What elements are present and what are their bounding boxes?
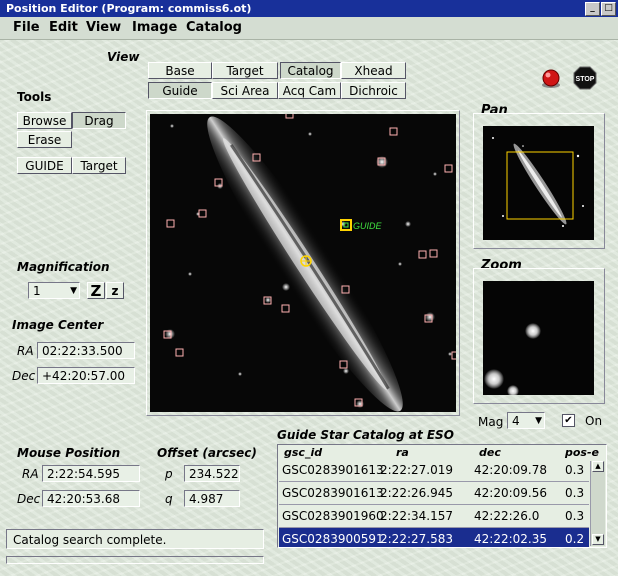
stop-icon[interactable]: STOP <box>573 66 597 90</box>
view-xhead-button[interactable]: Xhead <box>341 62 406 79</box>
offset-q-label: q <box>165 492 173 506</box>
catalog-scrollbar[interactable]: ▲ ▼ <box>590 461 605 546</box>
window-title: Position Editor (Program: commiss6.ot) <box>6 2 252 15</box>
col-pos-e[interactable]: pos-e <box>565 446 599 459</box>
table-row[interactable]: GSC0283901613 2:22:26.945 42:20:09.56 0.… <box>279 482 589 504</box>
cell-pos-e: 0.2 <box>565 532 585 546</box>
table-row[interactable]: GSC0283901613 2:22:27.019 42:20:09.78 0.… <box>279 459 589 481</box>
col-ra[interactable]: ra <box>396 446 409 459</box>
tool-target-button[interactable]: Target <box>72 157 126 174</box>
cell-dec: 42:20:09.78 <box>474 463 547 477</box>
menu-view[interactable]: View <box>86 20 121 35</box>
menu-image[interactable]: Image <box>132 20 177 35</box>
sky-image[interactable]: GUIDE <box>150 114 456 412</box>
cell-gsc-id: GSC0283901613 <box>282 486 384 500</box>
cell-dec: 42:22:26.0 <box>474 509 540 523</box>
zoom-in-button[interactable]: Z <box>87 282 105 300</box>
chevron-down-icon: ▼ <box>70 286 77 296</box>
offset-p-field: 234.522 <box>184 465 240 482</box>
zoom-on-checkbox[interactable]: ✔ <box>562 414 575 427</box>
cell-pos-e: 0.3 <box>565 509 585 523</box>
image-center-ra-label: RA <box>17 344 34 358</box>
catalog-title: Guide Star Catalog at ESO <box>277 428 454 442</box>
pan-image[interactable] <box>483 126 594 240</box>
magnification-value: 1 <box>33 284 41 298</box>
chevron-down-icon: ▼ <box>535 416 542 426</box>
catalog-table: gsc_id ra dec pos-e GSC0283901613 2:22:2… <box>277 444 607 548</box>
cell-gsc-id: GSC0283900591 <box>282 532 384 546</box>
guide-tag-label: GUIDE <box>353 221 383 231</box>
cell-pos-e: 0.3 <box>565 486 585 500</box>
view-acq-cam-button[interactable]: Acq Cam <box>278 82 341 99</box>
view-catalog-button[interactable]: Catalog <box>280 62 341 79</box>
window-titlebar[interactable]: Position Editor (Program: commiss6.ot) _… <box>0 0 618 17</box>
zoom-mag-label: Mag <box>478 415 504 429</box>
image-center-dec-label: Dec <box>12 369 36 383</box>
zoom-mag-select[interactable]: 4 ▼ <box>507 412 545 429</box>
menu-edit[interactable]: Edit <box>49 20 78 35</box>
menu-catalog[interactable]: Catalog <box>186 20 242 35</box>
scroll-down-icon[interactable]: ▼ <box>592 534 604 545</box>
zoom-mag-value: 4 <box>512 414 520 428</box>
tools-label: Tools <box>17 90 52 104</box>
status-bar: Catalog search complete. <box>6 529 264 549</box>
tool-drag-button[interactable]: Drag <box>72 112 126 129</box>
guide-star-marker[interactable]: GUIDE <box>340 219 383 231</box>
image-center-ra-field[interactable]: 02:22:33.500 <box>37 342 135 359</box>
offset-q-field: 4.987 <box>184 490 240 507</box>
offset-p-label: p <box>165 467 173 481</box>
mouse-position-label: Mouse Position <box>17 446 121 460</box>
zoom-on-label: On <box>585 414 603 428</box>
image-center-dec-field[interactable]: +42:20:57.00 <box>37 367 135 384</box>
check-icon: ✔ <box>564 415 573 426</box>
image-center-label: Image Center <box>12 318 104 332</box>
view-guide-button[interactable]: Guide <box>148 82 212 99</box>
cell-ra: 2:22:27.019 <box>380 463 453 477</box>
view-base-button[interactable]: Base <box>148 62 212 79</box>
col-dec[interactable]: dec <box>479 446 501 459</box>
mouse-ra-field: 2:22:54.595 <box>42 465 140 482</box>
view-sci-area-button[interactable]: Sci Area <box>212 82 278 99</box>
base-position-marker[interactable] <box>300 255 312 267</box>
view-target-button[interactable]: Target <box>212 62 278 79</box>
view-label: View <box>107 50 140 64</box>
sky-image-canvas[interactable]: GUIDE <box>150 114 456 412</box>
magnification-label: Magnification <box>17 260 110 274</box>
zoom-image <box>483 281 594 395</box>
menu-file[interactable]: File <box>13 20 40 35</box>
mouse-ra-label: RA <box>22 467 39 481</box>
offset-label: Offset (arcsec) <box>157 446 257 460</box>
zoom-out-button[interactable]: z <box>106 282 124 299</box>
magnification-select[interactable]: 1 ▼ <box>28 282 80 299</box>
cell-ra: 2:22:34.157 <box>380 509 453 523</box>
cell-gsc-id: GSC0283901613 <box>282 463 384 477</box>
mouse-dec-label: Dec <box>17 492 41 506</box>
tool-browse-button[interactable]: Browse <box>17 112 72 129</box>
col-gsc-id[interactable]: gsc_id <box>284 446 322 459</box>
cell-gsc-id: GSC0283901960 <box>282 509 384 523</box>
view-dichroic-button[interactable]: Dichroic <box>341 82 406 99</box>
table-row-selected[interactable]: GSC0283900591 2:22:27.583 42:22:02.35 0.… <box>279 528 589 547</box>
mouse-dec-field: 42:20:53.68 <box>42 490 140 507</box>
cell-ra: 2:22:26.945 <box>380 486 453 500</box>
alarm-light-icon[interactable] <box>541 68 561 88</box>
maximize-icon[interactable]: □ <box>601 2 616 16</box>
cell-dec: 42:22:02.35 <box>474 532 547 546</box>
cell-dec: 42:20:09.56 <box>474 486 547 500</box>
table-row[interactable]: GSC0283901960 2:22:34.157 42:22:26.0 0.3 <box>279 505 589 527</box>
cell-ra: 2:22:27.583 <box>380 532 453 546</box>
stop-label: STOP <box>576 76 595 83</box>
tool-erase-button[interactable]: Erase <box>17 131 72 148</box>
tool-guide-button[interactable]: GUIDE <box>17 157 72 174</box>
minimize-icon[interactable]: _ <box>585 2 600 16</box>
menubar: File Edit View Image Catalog <box>0 17 618 40</box>
cell-pos-e: 0.3 <box>565 463 585 477</box>
scroll-up-icon[interactable]: ▲ <box>592 461 604 472</box>
progress-bar <box>6 556 264 564</box>
